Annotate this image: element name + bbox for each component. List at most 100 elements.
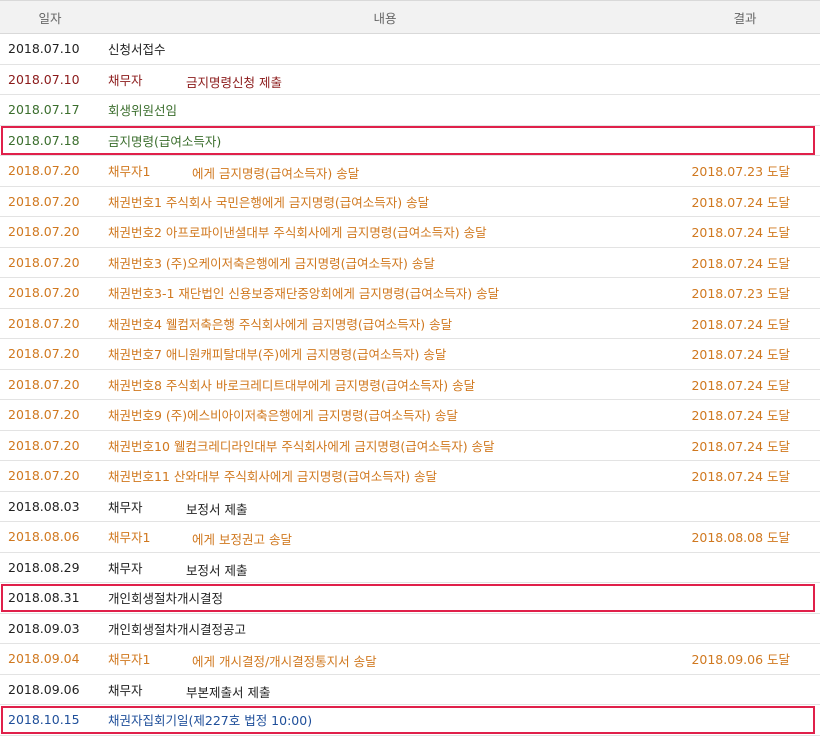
row-result	[670, 704, 820, 736]
row-result	[670, 491, 820, 522]
row-content-party: 채권번호3 (주)오케이저축은행에게 금지명령(급여소득자) 송달	[108, 255, 435, 271]
row-date: 2018.07.10	[0, 64, 100, 95]
row-date: 2018.08.29	[0, 552, 100, 583]
row-date: 2018.07.20	[0, 460, 100, 492]
table-row: 2018.07.20 채권번호3-1 재단법인 신용보증재단중앙회에게 금지명령(…	[0, 277, 820, 309]
row-date: 2018.07.20	[0, 186, 100, 217]
row-date: 2018.07.20	[0, 430, 100, 461]
row-content-detail: 부본제출서 제출	[186, 684, 271, 700]
table-row: 2018.07.20 채무자1 2018.07.23 도달	[0, 155, 820, 187]
row-content: 채무자1	[100, 521, 670, 553]
row-date: 2018.09.03	[0, 613, 100, 644]
row-result: 2018.07.24 도달	[670, 186, 820, 217]
row-date: 2018.07.20	[0, 338, 100, 370]
row-content-party: 채무자1	[108, 164, 151, 180]
row-content-party: 채권번호11 산와대부 주식회사에게 금지명령(급여소득자) 송달	[108, 469, 438, 485]
column-header-result: 결과	[670, 0, 820, 34]
row-content-party: 채무자	[108, 72, 143, 88]
row-result: 2018.07.23 도달	[670, 155, 820, 187]
table-row: 2018.07.20 채권번호10 웰컴크레디라인대부 주식회사에게 금지명령(급…	[0, 430, 820, 461]
row-content: 채권번호3 (주)오케이저축은행에게 금지명령(급여소득자) 송달	[100, 247, 670, 278]
row-content: 개인회생절차개시결정공고	[100, 613, 670, 644]
table-row: 2018.07.10 신청서접수	[0, 33, 820, 65]
row-content: 채권번호8 주식회사 바로크레디트대부에게 금지명령(급여소득자) 송달	[100, 369, 670, 400]
row-content: 채권번호1 주식회사 국민은행에게 금지명령(급여소득자) 송달	[100, 186, 670, 217]
row-result	[670, 582, 820, 614]
row-content: 채권번호10 웰컴크레디라인대부 주식회사에게 금지명령(급여소득자) 송달	[100, 430, 670, 461]
row-content-party: 채권번호1 주식회사 국민은행에게 금지명령(급여소득자) 송달	[108, 194, 430, 210]
row-content-detail: 에게 금지명령(급여소득자) 송달	[192, 166, 360, 182]
row-content-party: 채권번호3-1 재단법인 신용보증재단중앙회에게 금지명령(급여소득자) 송달	[108, 286, 500, 302]
row-content-party: 채무자1	[108, 530, 151, 546]
row-date: 2018.07.20	[0, 155, 100, 187]
row-content: 채권번호7 애니원캐피탈대부(주)에게 금지명령(급여소득자) 송달	[100, 338, 670, 370]
row-content: 채권번호9 (주)에스비아이저축은행에게 금지명령(급여소득자) 송달	[100, 399, 670, 431]
row-date: 2018.08.03	[0, 491, 100, 522]
row-content-party: 개인회생절차개시결정공고	[108, 621, 247, 637]
row-result: 2018.07.24 도달	[670, 247, 820, 278]
row-content-detail: 에게 개시결정/개시결정통지서 송달	[192, 654, 377, 670]
row-date: 2018.07.20	[0, 216, 100, 248]
table-row-highlighted: 2018.10.15 채권자집회기일(제227호 법정 10:00)	[0, 704, 820, 736]
row-result	[670, 64, 820, 95]
column-header-content: 내용	[100, 0, 670, 34]
column-header-date: 일자	[0, 0, 100, 34]
row-date: 2018.07.10	[0, 33, 100, 65]
table-row: 2018.07.20 채권번호2 아프로파이낸셜대부 주식회사에게 금지명령(급여…	[0, 216, 820, 248]
row-date: 2018.07.20	[0, 308, 100, 339]
row-date: 2018.07.20	[0, 277, 100, 309]
table-body: 2018.07.10 신청서접수 2018.07.10 채무자 2018.07.17 회생…	[0, 33, 820, 736]
table-row: 2018.09.04 채무자1 2018.09.06 도달	[0, 643, 820, 675]
row-content: 채권자집회기일(제227호 법정 10:00)	[100, 704, 670, 736]
row-result: 2018.07.24 도달	[670, 216, 820, 248]
row-content-party: 채무자	[108, 560, 143, 576]
row-content: 채권번호11 산와대부 주식회사에게 금지명령(급여소득자) 송달	[100, 460, 670, 492]
table-row: 2018.07.10 채무자	[0, 64, 820, 95]
table-row: 2018.07.20 채권번호4 웰컴저축은행 주식회사에게 금지명령(급여소득자…	[0, 308, 820, 339]
row-content: 채무자1	[100, 155, 670, 187]
row-content-detail: 금지명령신청 제출	[186, 74, 282, 90]
row-content-party: 채권번호9 (주)에스비아이저축은행에게 금지명령(급여소득자) 송달	[108, 408, 458, 424]
row-date: 2018.07.20	[0, 247, 100, 278]
table-row: 2018.08.03 채무자	[0, 491, 820, 522]
row-date: 2018.09.06	[0, 674, 100, 705]
row-content: 회생위원선임	[100, 94, 670, 126]
row-result: 2018.09.06 도달	[670, 643, 820, 675]
row-content-party: 채무자	[108, 682, 143, 698]
table-row-highlighted: 2018.07.18 금지명령(급여소득자)	[0, 125, 820, 156]
row-result: 2018.08.08 도달	[670, 521, 820, 553]
row-content-party: 금지명령(급여소득자)	[108, 133, 222, 149]
row-content: 채권번호2 아프로파이낸셜대부 주식회사에게 금지명령(급여소득자) 송달	[100, 216, 670, 248]
row-content: 금지명령(급여소득자)	[100, 125, 670, 156]
row-result	[670, 613, 820, 644]
row-date: 2018.08.31	[0, 582, 100, 614]
row-result: 2018.07.24 도달	[670, 399, 820, 431]
row-content-detail: 에게 보정권고 송달	[192, 532, 292, 548]
row-content: 채권번호4 웰컴저축은행 주식회사에게 금지명령(급여소득자) 송달	[100, 308, 670, 339]
row-content: 채무자1	[100, 643, 670, 675]
row-content-party: 채권자집회기일(제227호 법정 10:00)	[108, 713, 313, 729]
row-date: 2018.09.04	[0, 643, 100, 675]
row-content-party: 신청서접수	[108, 42, 166, 58]
row-result	[670, 674, 820, 705]
row-content-party: 회생위원선임	[108, 103, 178, 119]
table-row: 2018.09.06 채무자	[0, 674, 820, 705]
row-result: 2018.07.24 도달	[670, 308, 820, 339]
row-content-party: 개인회생절차개시결정	[108, 591, 224, 607]
row-result	[670, 94, 820, 126]
case-history-table: 일자 내용 결과 2018.07.10 신청서접수 2018.07.10 채무자 201…	[0, 0, 820, 736]
row-date: 2018.08.06	[0, 521, 100, 553]
row-date: 2018.07.20	[0, 369, 100, 400]
row-result	[670, 552, 820, 583]
table-row: 2018.07.20 채권번호8 주식회사 바로크레디트대부에게 금지명령(급여소…	[0, 369, 820, 400]
table-row: 2018.08.29 채무자	[0, 552, 820, 583]
row-date: 2018.10.15	[0, 704, 100, 736]
row-content-party: 채권번호4 웰컴저축은행 주식회사에게 금지명령(급여소득자) 송달	[108, 316, 453, 332]
row-result: 2018.07.24 도달	[670, 460, 820, 492]
row-result: 2018.07.24 도달	[670, 430, 820, 461]
row-content: 신청서접수	[100, 33, 670, 65]
row-content: 채권번호3-1 재단법인 신용보증재단중앙회에게 금지명령(급여소득자) 송달	[100, 277, 670, 309]
row-content-party: 채권번호2 아프로파이낸셜대부 주식회사에게 금지명령(급여소득자) 송달	[108, 225, 487, 241]
row-date: 2018.07.18	[0, 125, 100, 156]
table-row: 2018.07.20 채권번호7 애니원캐피탈대부(주)에게 금지명령(급여소득자…	[0, 338, 820, 370]
